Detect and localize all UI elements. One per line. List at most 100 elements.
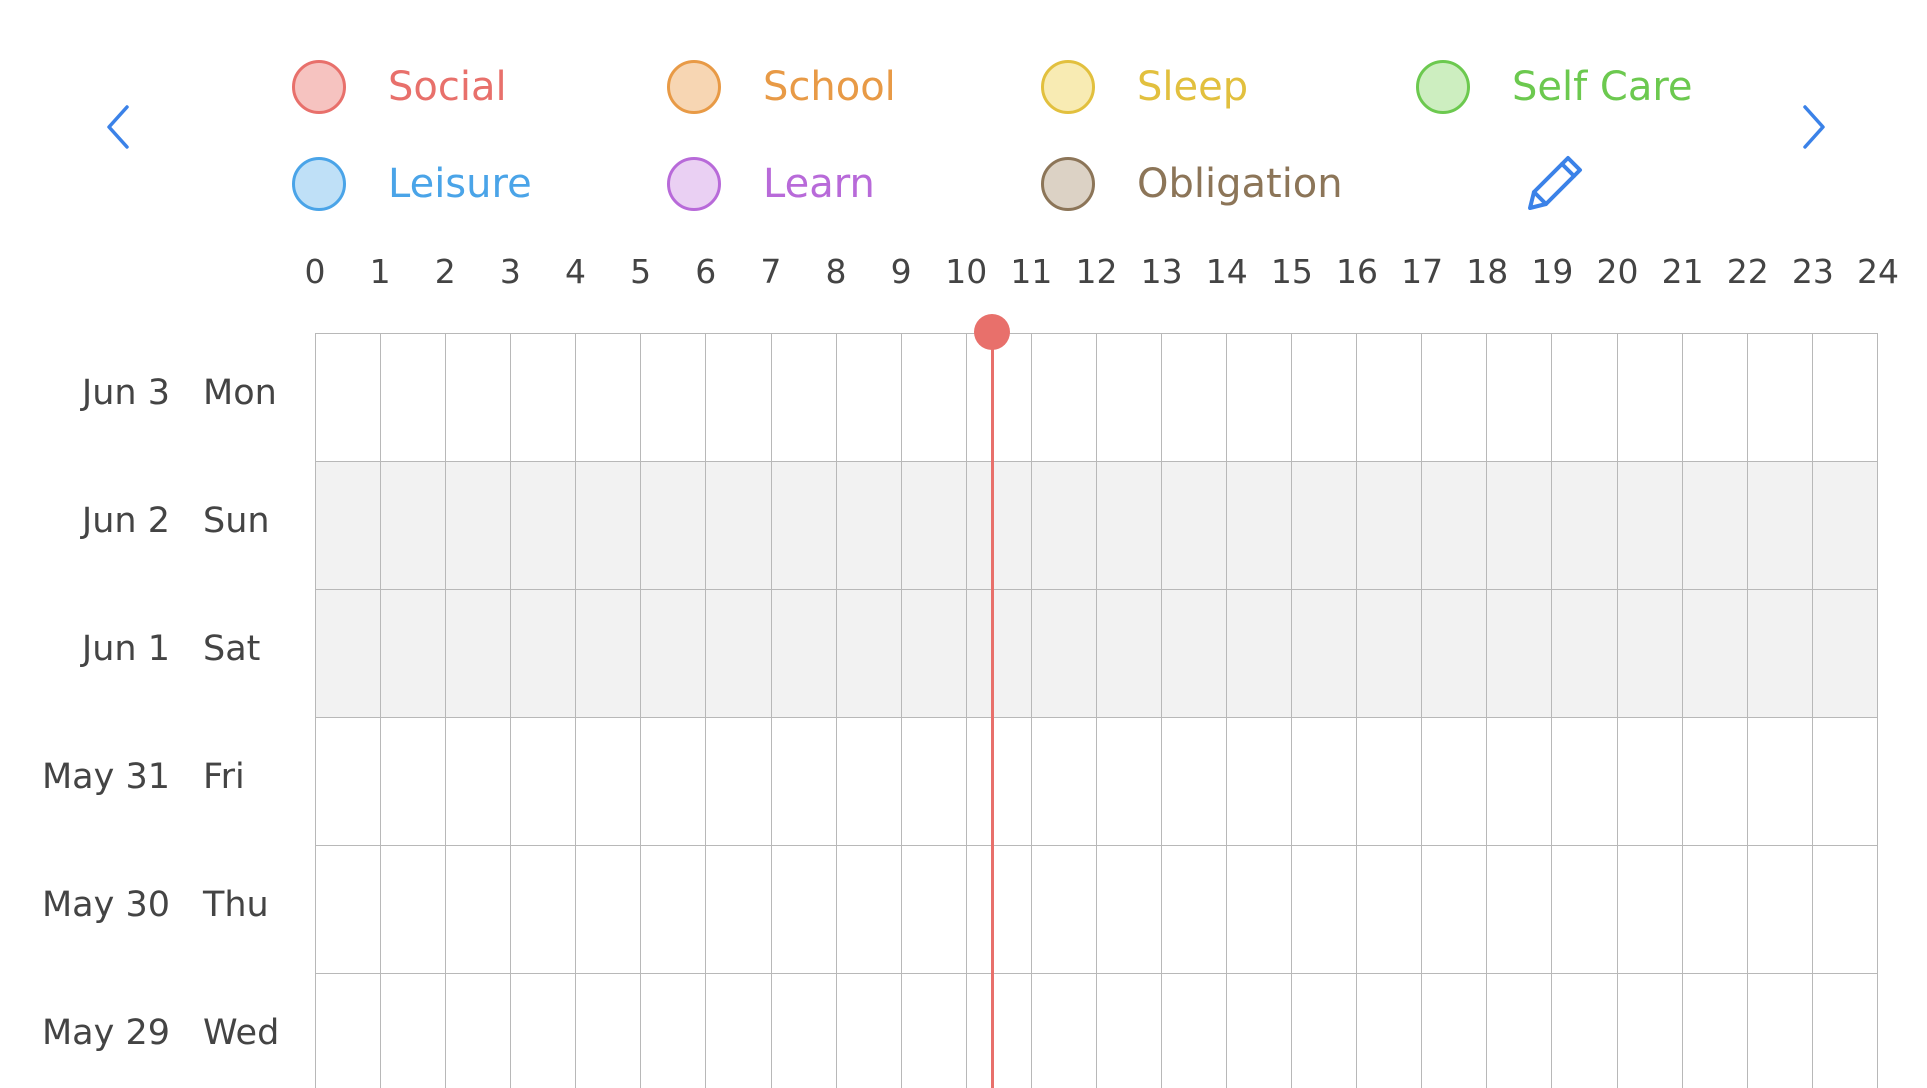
hour-slot[interactable] <box>445 590 510 717</box>
hour-slot[interactable] <box>1421 846 1486 973</box>
hour-slot[interactable] <box>1486 462 1551 589</box>
hour-slot[interactable] <box>315 974 380 1088</box>
hour-slot[interactable] <box>1811 974 1878 1088</box>
hour-slot[interactable] <box>510 590 575 717</box>
hour-slot[interactable] <box>510 462 575 589</box>
hour-slot[interactable] <box>1551 718 1616 845</box>
hour-slot[interactable] <box>1161 718 1226 845</box>
hour-slot[interactable] <box>445 846 510 973</box>
hour-slot[interactable] <box>900 974 966 1088</box>
hour-slot[interactable] <box>835 718 901 845</box>
hour-slot[interactable] <box>1811 718 1878 845</box>
hour-slot[interactable] <box>1030 590 1096 717</box>
hour-slot[interactable] <box>770 590 836 717</box>
hour-slot[interactable] <box>1616 846 1682 973</box>
hour-slot[interactable] <box>315 718 380 845</box>
hour-slot[interactable] <box>1746 974 1812 1088</box>
edit-categories-button[interactable] <box>1522 150 1588 216</box>
hour-slot[interactable] <box>380 846 445 973</box>
hour-slot[interactable] <box>1095 974 1161 1088</box>
hour-slot[interactable] <box>1616 590 1682 717</box>
hour-slot[interactable] <box>705 846 770 973</box>
hour-slot[interactable] <box>1746 462 1812 589</box>
legend-item-leisure[interactable]: Leisure <box>292 154 532 214</box>
legend-item-school[interactable]: School <box>667 57 896 117</box>
hour-slot[interactable] <box>1291 334 1356 461</box>
hour-slot[interactable] <box>1616 974 1682 1088</box>
hour-slot[interactable] <box>1551 590 1616 717</box>
hour-slot[interactable] <box>640 846 705 973</box>
hour-slot[interactable] <box>1161 974 1226 1088</box>
hour-slot[interactable] <box>705 718 770 845</box>
hour-slot[interactable] <box>1356 974 1421 1088</box>
hour-slot[interactable] <box>1811 462 1878 589</box>
hour-slot[interactable] <box>510 846 575 973</box>
hour-slot[interactable] <box>770 334 836 461</box>
hour-slot[interactable] <box>705 974 770 1088</box>
hour-slot[interactable] <box>445 974 510 1088</box>
hour-slot[interactable] <box>1421 718 1486 845</box>
hour-slot[interactable] <box>835 462 901 589</box>
hour-slot[interactable] <box>1551 974 1616 1088</box>
hour-slot[interactable] <box>1681 846 1747 973</box>
hour-slot[interactable] <box>575 718 640 845</box>
hour-slot[interactable] <box>835 590 901 717</box>
hour-slot[interactable] <box>1291 974 1356 1088</box>
hour-slot[interactable] <box>1291 846 1356 973</box>
hour-slot[interactable] <box>315 334 380 461</box>
hour-slot[interactable] <box>965 846 1031 973</box>
hour-slot[interactable] <box>445 462 510 589</box>
hour-slot[interactable] <box>705 462 770 589</box>
legend-item-self-care[interactable]: Self Care <box>1416 57 1693 117</box>
hour-slot[interactable] <box>1551 846 1616 973</box>
hour-slot[interactable] <box>1551 334 1616 461</box>
hour-slot[interactable] <box>1746 590 1812 717</box>
next-week-button[interactable] <box>1783 97 1843 157</box>
hour-slot[interactable] <box>1226 846 1291 973</box>
hour-slot[interactable] <box>900 718 966 845</box>
legend-item-sleep[interactable]: Sleep <box>1041 57 1248 117</box>
hour-slot[interactable] <box>380 462 445 589</box>
hour-slot[interactable] <box>1421 974 1486 1088</box>
hour-slot[interactable] <box>835 334 901 461</box>
hour-slot[interactable] <box>640 462 705 589</box>
hour-slot[interactable] <box>640 590 705 717</box>
hour-slot[interactable] <box>770 462 836 589</box>
hour-slot[interactable] <box>1551 462 1616 589</box>
hour-slot[interactable] <box>1746 846 1812 973</box>
hour-slot[interactable] <box>900 846 966 973</box>
legend-item-social[interactable]: Social <box>292 57 507 117</box>
hour-slot[interactable] <box>1030 462 1096 589</box>
legend-item-obligation[interactable]: Obligation <box>1041 154 1343 214</box>
hour-slot[interactable] <box>965 462 1031 589</box>
hour-slot[interactable] <box>1161 590 1226 717</box>
hour-slot[interactable] <box>1681 974 1747 1088</box>
hour-slot[interactable] <box>575 846 640 973</box>
hour-slot[interactable] <box>705 334 770 461</box>
hour-slot[interactable] <box>1356 846 1421 973</box>
hour-slot[interactable] <box>1030 974 1096 1088</box>
hour-slot[interactable] <box>1226 974 1291 1088</box>
hour-slot[interactable] <box>965 718 1031 845</box>
hour-slot[interactable] <box>1030 846 1096 973</box>
hour-slot[interactable] <box>1681 462 1747 589</box>
hour-slot[interactable] <box>1681 590 1747 717</box>
hour-slot[interactable] <box>1356 718 1421 845</box>
hour-slot[interactable] <box>1811 590 1878 717</box>
hour-slot[interactable] <box>575 334 640 461</box>
hour-slot[interactable] <box>315 462 380 589</box>
hour-slot[interactable] <box>1226 590 1291 717</box>
hour-slot[interactable] <box>1486 334 1551 461</box>
hour-slot[interactable] <box>1030 718 1096 845</box>
hour-slot[interactable] <box>1746 334 1812 461</box>
hour-slot[interactable] <box>315 590 380 717</box>
hour-slot[interactable] <box>1095 846 1161 973</box>
hour-slot[interactable] <box>575 974 640 1088</box>
hour-slot[interactable] <box>1421 462 1486 589</box>
hour-slot[interactable] <box>770 718 836 845</box>
hour-slot[interactable] <box>1291 718 1356 845</box>
hour-slot[interactable] <box>1291 462 1356 589</box>
hour-slot[interactable] <box>1226 334 1291 461</box>
hour-slot[interactable] <box>835 974 901 1088</box>
hour-slot[interactable] <box>770 974 836 1088</box>
